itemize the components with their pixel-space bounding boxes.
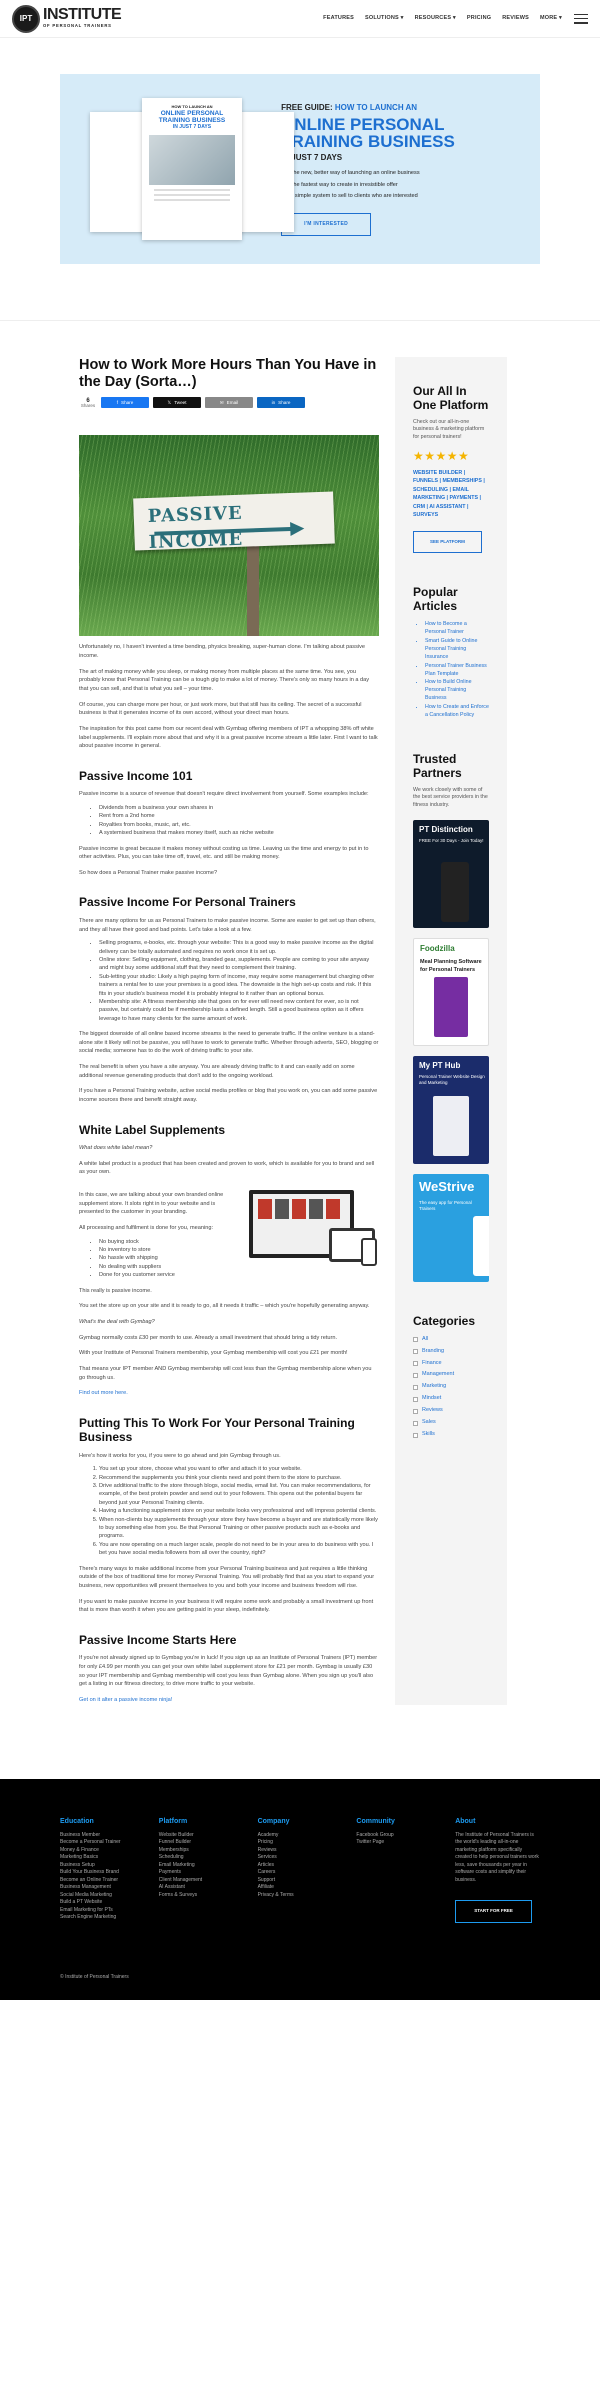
checkbox-icon — [413, 1372, 418, 1378]
nav-solutions[interactable]: SOLUTIONS ▾ — [365, 15, 404, 23]
trusted-partners-title: Trusted Partners — [413, 752, 462, 780]
sidebar: Our All In One Platform Check out our al… — [395, 357, 507, 1705]
partner-ad-ptdistinction[interactable]: PT Distinction FREE For 30 Days - Join To… — [413, 819, 489, 928]
checkbox-icon — [413, 1361, 418, 1366]
category-item[interactable]: Management — [413, 1371, 489, 1379]
checkbox-icon — [413, 1396, 418, 1402]
mail-icon: ✉ — [219, 399, 224, 405]
logo-badge: IPT — [12, 4, 40, 33]
x-icon: 𝕏 — [167, 399, 172, 405]
popular-article-link[interactable]: How to Create and Enforce a Cancellation… — [425, 704, 489, 720]
guide-title: ONLINE PERSONAL TRAINING BUSINESS — [281, 114, 455, 152]
footer-col-platform: Platform Website Builder Funnel Builder M… — [158, 1817, 203, 1898]
start-for-free-button[interactable]: START FOR FREE — [455, 1900, 532, 1923]
linkedin-icon: in — [271, 399, 276, 405]
platform-features: WEBSITE BUILDER | FUNNELS | MEMBERSHIPS … — [413, 470, 485, 519]
guide-mockup-image: HOW TO LAUNCH AN ONLINE PERSONAL TRAININ… — [84, 94, 294, 244]
category-item[interactable]: Reviews — [413, 1407, 489, 1415]
checkbox-icon — [413, 1420, 418, 1426]
checkbox-icon — [413, 1349, 418, 1355]
checkbox-icon — [413, 1408, 418, 1414]
category-item[interactable]: Branding — [413, 1348, 489, 1356]
nav-resources[interactable]: RESOURCES ▾ — [415, 15, 456, 23]
category-item[interactable]: All — [413, 1336, 489, 1344]
checkbox-icon — [413, 1384, 418, 1390]
partner-ad-mypthub[interactable]: My PT Hub Personal Trainer Website Design… — [413, 1055, 489, 1164]
footer-col-about: About The Institute of Personal Trainers… — [455, 1817, 540, 1923]
see-platform-button[interactable]: SEE PLATFORM — [413, 530, 482, 554]
hamburger-menu-icon[interactable] — [574, 13, 588, 24]
platform-title: Our All In One Platform — [413, 384, 489, 412]
section-heading: Passive Income Starts Here — [79, 1632, 237, 1647]
checkbox-icon — [413, 1337, 418, 1343]
category-item[interactable]: Sales — [413, 1419, 489, 1427]
site-header: IPT INSTITUTE OF PERSONAL TRAINERS FEATU… — [0, 0, 600, 38]
passive-income-ninja-link[interactable]: Get on it alter a passive income ninja! — [79, 1697, 172, 1703]
main-nav: FEATURES SOLUTIONS ▾ RESOURCES ▾ PRICING… — [323, 15, 562, 23]
category-item[interactable]: Marketing — [413, 1383, 489, 1391]
post-title: How to Work More Hours Than You Have in … — [79, 357, 377, 390]
logo-title: INSTITUTE — [43, 6, 122, 24]
blog-article: How to Work More Hours Than You Have in … — [79, 357, 379, 1705]
interested-button[interactable]: I'M INTERESTED — [281, 212, 372, 237]
linkedin-share-button[interactable]: in Share — [257, 397, 305, 409]
nav-features[interactable]: FEATURES — [323, 15, 354, 23]
partner-ad-westrive[interactable]: WeStrive The easy app for Personal Traine… — [413, 1173, 489, 1282]
nav-reviews[interactable]: REVIEWS — [502, 15, 529, 23]
section-heading: White Label Supplements — [79, 1122, 226, 1137]
section-heading: Passive Income For Personal Trainers — [79, 895, 296, 910]
footer-col-community: Community Facebook Group Twitter Page — [356, 1817, 395, 1846]
category-item[interactable]: Skills — [413, 1431, 489, 1439]
nav-more[interactable]: MORE ▾ — [540, 15, 562, 23]
checkbox-icon — [413, 1432, 418, 1438]
popular-articles-title: Popular Articles — [413, 585, 458, 614]
passive-income-photo: PASSIVE INCOME — [79, 435, 379, 637]
facebook-icon: f — [116, 399, 118, 405]
category-item[interactable]: Mindset — [413, 1395, 489, 1403]
section-heading: Passive Income 101 — [79, 768, 193, 783]
guide-benefits: ✔The new, better way of launching an onl… — [281, 168, 516, 201]
find-out-more-link[interactable]: Find out more here. — [79, 1390, 128, 1396]
category-item[interactable]: Finance — [413, 1360, 489, 1368]
popular-article-link[interactable]: Personal Trainer Business Plan Template — [425, 663, 489, 679]
guide-kicker: FREE GUIDE: HOW TO LAUNCH AN — [281, 102, 418, 112]
section-heading: Putting This To Work For Your Personal T… — [79, 1415, 355, 1445]
supplement-store-devices-image — [249, 1190, 379, 1270]
guide-subtitle: IN JUST 7 DAYS — [281, 153, 343, 163]
partner-ad-foodzilla[interactable]: Foodzilla Meal Planning Software for Pers… — [413, 937, 489, 1046]
logo[interactable]: IPT INSTITUTE OF PERSONAL TRAINERS — [12, 4, 122, 33]
popular-article-link[interactable]: Smart Guide to Online Personal Training … — [425, 638, 489, 662]
popular-article-link[interactable]: How to Become a Personal Trainer — [425, 621, 489, 637]
footer-col-education: Education Business Member Become a Person… — [60, 1817, 121, 1921]
share-count: 6 Shares — [80, 397, 96, 408]
x-share-button[interactable]: 𝕏 Tweet — [153, 397, 201, 409]
logo-subtitle: OF PERSONAL TRAINERS — [43, 23, 112, 29]
footer-col-company: Company Academy Pricing Reviews Services A… — [257, 1817, 294, 1898]
nav-pricing[interactable]: PRICING — [467, 15, 491, 23]
free-guide-banner: HOW TO LAUNCH AN ONLINE PERSONAL TRAININ… — [60, 74, 540, 264]
star-rating-icon: ★★★★★ — [413, 448, 470, 463]
categories-list: All Branding Finance Management Marketin… — [413, 1336, 489, 1440]
email-share-button[interactable]: ✉ Email — [205, 397, 253, 409]
copyright: © Institute of Personal Trainers — [60, 1974, 129, 1981]
popular-articles-list: How to Become a Personal Trainer Smart G… — [413, 621, 489, 720]
categories-title: Categories — [413, 1313, 476, 1328]
share-bar: 6 Shares f Share 𝕏 Tweet ✉ Email in Share — [79, 397, 379, 409]
facebook-share-button[interactable]: f Share — [101, 397, 149, 409]
popular-article-link[interactable]: How to Build Online Personal Training Bu… — [425, 679, 489, 703]
site-footer: Education Business Member Become a Person… — [0, 1778, 600, 2000]
